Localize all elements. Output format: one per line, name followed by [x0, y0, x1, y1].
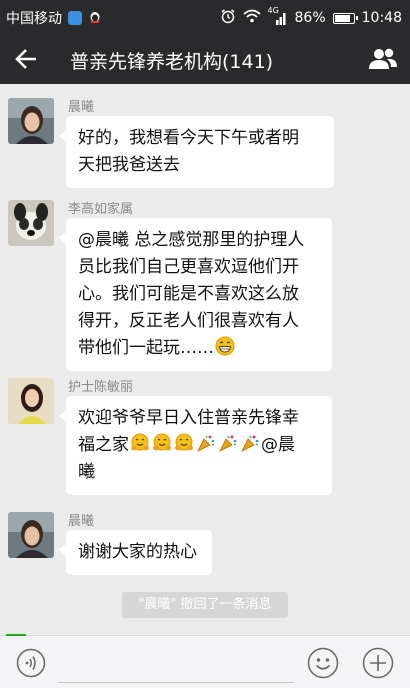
chat-screen: 中国移动 4G 86% 10:48 普亲先锋养老机构(141) 晨曦 好的，我想… [0, 0, 410, 688]
avatar[interactable] [8, 512, 54, 558]
group-members-icon [369, 48, 397, 69]
back-button[interactable] [10, 44, 42, 74]
message-text-line: 得开，反正老人们很喜欢有人 [78, 311, 299, 331]
recall-notice: "晨曦" 撤回了一条消息 [122, 592, 288, 618]
avatar[interactable] [8, 378, 54, 424]
chat-header: 普亲先锋养老机构(141) [0, 34, 410, 84]
party-popper-emoji-icon [218, 433, 238, 453]
message-text-line: 好的，我想看今天下午或者明 [78, 128, 299, 148]
message-text-line: 福之家 [78, 435, 129, 455]
emoji-button[interactable] [307, 647, 339, 679]
accent-line [6, 634, 26, 636]
avatar[interactable] [8, 98, 54, 144]
input-bar [0, 634, 410, 688]
status-bar: 中国移动 4G 86% 10:48 [0, 0, 410, 34]
battery-level-fill [334, 14, 350, 22]
carrier-label: 中国移动 [6, 11, 62, 27]
sender-name: 晨曦 [68, 514, 95, 529]
clock: 10:48 [361, 10, 402, 26]
message-bubble[interactable]: @晨曦 总之感觉那里的护理人 员比我们自己更喜欢逗他们开 心。我们可能是不喜欢这… [59, 218, 332, 371]
message-text-line: 带他们一起玩…… [78, 338, 214, 358]
battery-percent: 86% [294, 10, 326, 26]
avatar[interactable] [8, 200, 54, 246]
wifi-icon [242, 9, 261, 27]
message-bubble[interactable]: 谢谢大家的热心 [59, 530, 212, 575]
message-text-line: @晨曦 总之感觉那里的护理人 [78, 230, 305, 250]
sender-name: 晨曦 [68, 100, 95, 115]
party-popper-emoji-icon [196, 433, 216, 453]
qq-icon [88, 11, 102, 25]
message-text-line: 天把我爸送去 [78, 155, 180, 175]
more-button[interactable] [362, 647, 394, 679]
hugging-emoji-icon [130, 433, 150, 453]
alarm-icon [220, 8, 236, 28]
sender-name: 护士陈敏丽 [68, 380, 134, 395]
hugging-emoji-icon [174, 433, 194, 453]
photo-app-icon [68, 11, 82, 25]
voice-button[interactable] [16, 648, 46, 678]
voice-icon [16, 648, 46, 678]
group-members-button[interactable] [366, 44, 400, 74]
signal-icon: 4G [268, 6, 288, 26]
plus-icon [362, 647, 394, 679]
mention-text: @晨 [261, 435, 295, 455]
sender-name: 李高如家属 [68, 202, 134, 217]
chat-title: 普亲先锋养老机构(141) [70, 51, 274, 73]
hugging-emoji-icon [152, 433, 172, 453]
arrow-left-icon [15, 49, 36, 69]
message-text-line: 欢迎爷爷早日入住普亲先锋幸 [78, 408, 299, 428]
battery-icon [332, 12, 358, 24]
emoji-icon [307, 647, 339, 679]
message-input[interactable] [58, 644, 294, 683]
message-bubble[interactable]: 好的，我想看今天下午或者明 天把我爸送去 [59, 116, 334, 188]
message-text-line: 曦 [78, 462, 95, 482]
message-text-line: 谢谢大家的热心 [78, 542, 197, 562]
message-bubble[interactable]: 欢迎爷爷早日入住普亲先锋幸 福之家 @晨 曦 [59, 396, 332, 495]
message-text-line: 员比我们自己更喜欢逗他们开 [78, 257, 299, 277]
grinning-emoji-icon [215, 336, 235, 356]
party-popper-emoji-icon [240, 433, 260, 453]
message-text-line: 心。我们可能是不喜欢这么放 [78, 284, 299, 304]
